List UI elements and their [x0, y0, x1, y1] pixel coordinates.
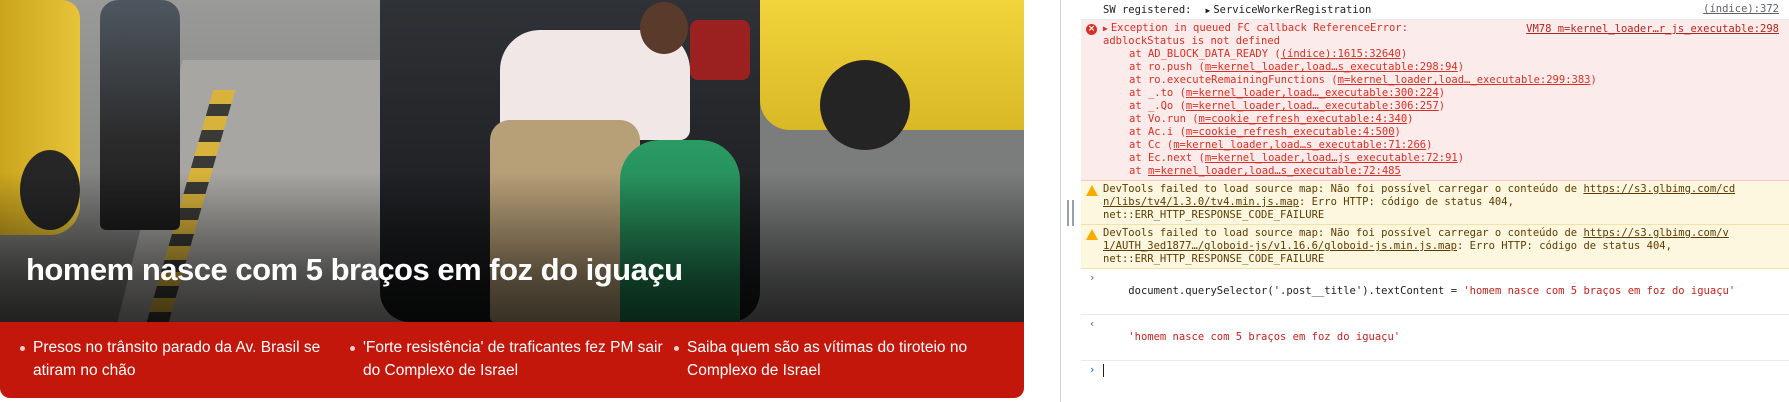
news-photo[interactable]: homem nasce com 5 braços em foz do iguaç…: [0, 0, 1024, 322]
warning-text-cont: : Erro HTTP: código de status 404,: [1457, 240, 1672, 252]
stack-frame: at AD_BLOCK_DATA_READY ((índice):1615:32…: [1103, 48, 1781, 61]
source-link[interactable]: VM78 m=kernel_loader…r_js_executable:298: [1526, 23, 1779, 36]
bullet-icon: [674, 346, 680, 351]
console-warning-2[interactable]: DevTools failed to load source map: Não …: [1081, 225, 1789, 269]
console-result[interactable]: ‹ 'homem nasce com 5 braços em foz do igu…: [1081, 315, 1789, 361]
stack-frame-text: at Vo.run (: [1129, 113, 1199, 125]
stack-frame-link[interactable]: m=kernel_loader,load…js_executable:72:91: [1205, 152, 1458, 164]
console-command[interactable]: › document.querySelector('.post__title').…: [1081, 269, 1789, 315]
expand-triangle-icon[interactable]: ▶: [1103, 24, 1108, 33]
related-link-text: Saiba quem são as vítimas do tiroteio no…: [687, 339, 968, 379]
stack-frame-text: at Ac.i (: [1129, 126, 1186, 138]
stack-frame-text: at AD_BLOCK_DATA_READY (: [1129, 48, 1281, 60]
stack-frame: at ro.executeRemainingFunctions (m=kerne…: [1103, 74, 1781, 87]
stack-frame-suffix: ): [1426, 139, 1433, 151]
stack-frame: at Vo.run (m=cookie_refresh_executable:4…: [1103, 113, 1781, 126]
related-link-text: Presos no trânsito parado da Av. Brasil …: [33, 339, 321, 379]
chevron-right-icon: ›: [1089, 272, 1096, 284]
photo-wheel-right: [820, 60, 910, 150]
text-caret: [1103, 364, 1104, 377]
news-card[interactable]: homem nasce com 5 braços em foz do iguaç…: [0, 0, 1024, 398]
prompt-icon: ›: [1089, 364, 1096, 376]
stack-frame-link[interactable]: m=kernel_loader,load…s_executable:71:266: [1173, 139, 1426, 151]
grip-line: [1067, 200, 1069, 226]
log-object[interactable]: ServiceWorkerRegistration: [1213, 4, 1371, 16]
warning-text: DevTools failed to load source map: Não …: [1103, 227, 1584, 239]
related-link-1[interactable]: Presos no trânsito parado da Av. Brasil …: [20, 336, 350, 398]
error-icon: ×: [1086, 24, 1097, 35]
related-link-3[interactable]: Saiba quem são as vítimas do tiroteio no…: [674, 336, 1004, 398]
stack-frame-link[interactable]: m=cookie_refresh_executable:4:340: [1199, 113, 1408, 125]
warning-code: net::ERR_HTTP_RESPONSE_CODE_FAILURE: [1103, 209, 1325, 221]
command-code: document.querySelector('.post__title').t…: [1128, 285, 1464, 297]
warning-code: net::ERR_HTTP_RESPONSE_CODE_FAILURE: [1103, 253, 1325, 265]
stack-frame-text: at ro.executeRemainingFunctions (: [1129, 74, 1338, 86]
error-message-2: adblockStatus is not defined: [1103, 35, 1281, 47]
error-message: Exception in queued FC callback Referenc…: [1110, 22, 1408, 34]
stack-frame-link[interactable]: m=cookie_refresh_executable:4:500: [1186, 126, 1395, 138]
command-string: 'homem nasce com 5 braços em foz do igua…: [1463, 285, 1736, 297]
stack-frame-link[interactable]: m=kernel_loader,load…_executable:300:224: [1186, 87, 1439, 99]
stack-frame-suffix: ): [1590, 74, 1597, 86]
console-error[interactable]: × VM78 m=kernel_loader…r_js_executable:2…: [1081, 20, 1789, 181]
devtools-console[interactable]: SW registered: ▶ ServiceWorkerRegistration…: [1081, 0, 1789, 402]
stack-frame-link[interactable]: (índice):1615:32640: [1281, 48, 1401, 60]
warning-link[interactable]: https://s3.glbimg.com/v: [1583, 227, 1728, 239]
photo-woman-head: [640, 2, 688, 54]
related-link-text: 'Forte resistência' de traficantes fez P…: [362, 339, 663, 379]
panel-divider: [1060, 0, 1061, 402]
photo-car-light: [690, 20, 750, 80]
warning-link-cont[interactable]: 1/AUTH_3ed1877…/globoid-js/v1.16.6/globo…: [1103, 240, 1457, 252]
stack-frame-link[interactable]: m=kernel_loader,load…_executable:299:383: [1338, 74, 1591, 86]
chevron-left-icon: ‹: [1089, 318, 1096, 330]
stack-frame: at m=kernel_loader,load…s_executable:72:…: [1103, 165, 1781, 178]
warning-icon: [1086, 229, 1098, 240]
stack-frame-suffix: ): [1457, 61, 1465, 73]
warning-text-cont: : Erro HTTP: código de status 404,: [1298, 196, 1514, 208]
stack-frame-link[interactable]: m=kernel_loader,load…s_executable:298:94: [1205, 61, 1458, 73]
related-links: Presos no trânsito parado da Av. Brasil …: [0, 322, 1024, 398]
stack-frame-suffix: ): [1457, 152, 1465, 164]
bullet-icon: [20, 346, 25, 351]
stack-frame: at Ac.i (m=cookie_refresh_executable:4:5…: [1103, 126, 1781, 139]
stack-frame-link[interactable]: m=kernel_loader,load…_executable:306:257: [1186, 100, 1439, 112]
stack-frame: at Cc (m=kernel_loader,load…s_executable…: [1103, 139, 1781, 152]
stack-frame-text: at: [1129, 165, 1148, 177]
warning-text: DevTools failed to load source map: Não …: [1103, 183, 1584, 195]
stack-frame: at _.Qo (m=kernel_loader,load…_executabl…: [1103, 100, 1781, 113]
news-headline[interactable]: homem nasce com 5 braços em foz do iguaç…: [26, 252, 986, 288]
warning-icon: [1086, 185, 1098, 196]
stack-trace: at AD_BLOCK_DATA_READY ((índice):1615:32…: [1103, 48, 1781, 178]
stack-frame-text: at _.Qo (: [1129, 100, 1186, 112]
console-log-sw[interactable]: SW registered: ▶ ServiceWorkerRegistration…: [1081, 0, 1789, 20]
stack-frame-suffix: ): [1394, 126, 1401, 138]
stack-frame-text: at Ec.next (: [1129, 152, 1205, 164]
warning-link[interactable]: https://s3.glbimg.com/cd: [1583, 183, 1735, 195]
resize-handle[interactable]: [1067, 200, 1075, 226]
stack-frame-suffix: ): [1400, 48, 1408, 60]
source-link[interactable]: (índice):372: [1703, 3, 1779, 16]
log-text: SW registered:: [1103, 4, 1192, 16]
stack-frame-suffix: ): [1438, 100, 1446, 112]
related-link-2[interactable]: 'Forte resistência' de traficantes fez P…: [349, 336, 674, 398]
stack-frame: at _.to (m=kernel_loader,load…_executabl…: [1103, 87, 1781, 100]
stack-frame-text: at _.to (: [1129, 87, 1186, 99]
result-value: 'homem nasce com 5 braços em foz do igua…: [1128, 331, 1401, 343]
stack-frame-text: at ro.push (: [1129, 61, 1205, 73]
stack-frame: at Ec.next (m=kernel_loader,load…js_exec…: [1103, 152, 1781, 165]
warning-link-cont[interactable]: n/libs/tv4/1.3.0/tv4.min.js.map: [1103, 196, 1299, 208]
console-warning-1[interactable]: DevTools failed to load source map: Não …: [1081, 181, 1789, 225]
photo-gradient: [0, 172, 1024, 322]
stack-frame-text: at Cc (: [1129, 139, 1174, 151]
console-input[interactable]: ›: [1081, 361, 1789, 381]
stack-frame: at ro.push (m=kernel_loader,load…s_execu…: [1103, 61, 1781, 74]
bullet-icon: [349, 346, 355, 351]
stack-frame-suffix: ): [1407, 113, 1414, 125]
stack-frame-suffix: ): [1438, 87, 1446, 99]
grip-line: [1072, 200, 1074, 226]
stack-frame-link[interactable]: m=kernel_loader,load…s_executable:72:485: [1148, 165, 1401, 177]
expand-triangle-icon[interactable]: ▶: [1206, 6, 1211, 15]
